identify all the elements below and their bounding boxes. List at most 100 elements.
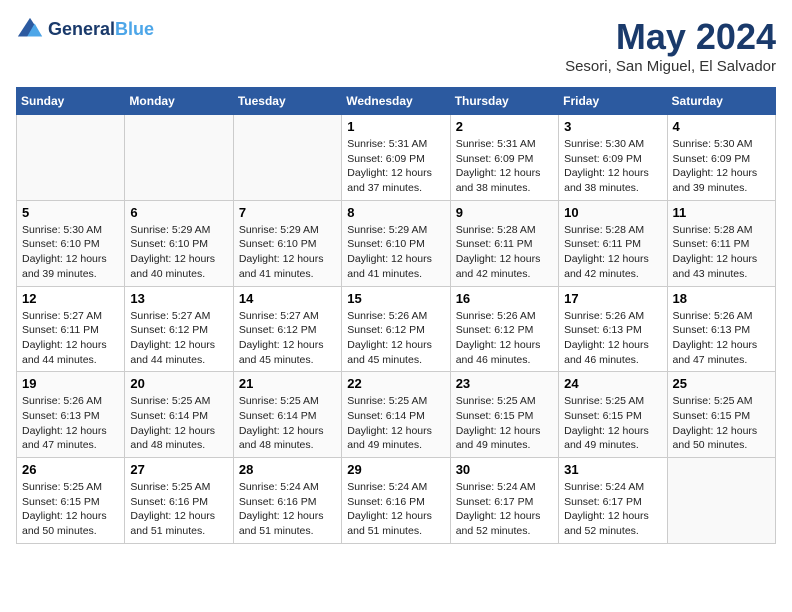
day-cell: 23 Sunrise: 5:25 AM Sunset: 6:15 PM Dayli…: [450, 372, 558, 458]
day-number: 31: [564, 462, 661, 477]
logo-text: GeneralBlue: [48, 20, 154, 40]
day-cell: 16 Sunrise: 5:26 AM Sunset: 6:12 PM Dayli…: [450, 286, 558, 372]
day-cell: 10Sunrise: 5:28 AM Sunset: 6:11 PM Dayli…: [559, 200, 667, 286]
day-info: Sunrise: 5:28 AM Sunset: 6:11 PM Dayligh…: [673, 223, 770, 282]
day-info: Sunrise: 5:26 AM Sunset: 6:13 PM Dayligh…: [564, 309, 661, 368]
day-number: 3: [564, 119, 661, 134]
day-number: 19: [22, 376, 119, 391]
day-number: 24: [564, 376, 661, 391]
day-cell: 22Sunrise: 5:25 AM Sunset: 6:14 PM Dayli…: [342, 372, 450, 458]
day-number: 1: [347, 119, 444, 134]
day-number: 17: [564, 291, 661, 306]
week-row-2: 5 Sunrise: 5:30 AM Sunset: 6:10 PM Daylig…: [17, 200, 776, 286]
day-cell: 17 Sunrise: 5:26 AM Sunset: 6:13 PM Dayli…: [559, 286, 667, 372]
day-info: Sunrise: 5:25 AM Sunset: 6:15 PM Dayligh…: [673, 394, 770, 453]
day-info: Sunrise: 5:24 AM Sunset: 6:16 PM Dayligh…: [239, 480, 336, 539]
day-info: Sunrise: 5:29 AM Sunset: 6:10 PM Dayligh…: [239, 223, 336, 282]
day-cell: 19 Sunrise: 5:26 AM Sunset: 6:13 PM Dayli…: [17, 372, 125, 458]
day-info: Sunrise: 5:31 AM Sunset: 6:09 PM Dayligh…: [456, 137, 553, 196]
calendar-subtitle: Sesori, San Miguel, El Salvador: [565, 58, 776, 75]
day-info: Sunrise: 5:27 AM Sunset: 6:12 PM Dayligh…: [239, 309, 336, 368]
day-number: 20: [130, 376, 227, 391]
day-info: Sunrise: 5:24 AM Sunset: 6:16 PM Dayligh…: [347, 480, 444, 539]
day-info: Sunrise: 5:25 AM Sunset: 6:15 PM Dayligh…: [456, 394, 553, 453]
day-cell: 30 Sunrise: 5:24 AM Sunset: 6:17 PM Dayli…: [450, 458, 558, 544]
day-cell: 3 Sunrise: 5:30 AM Sunset: 6:09 PM Daylig…: [559, 115, 667, 201]
day-number: 18: [673, 291, 770, 306]
day-number: 27: [130, 462, 227, 477]
weekday-header-saturday: Saturday: [667, 88, 775, 115]
day-cell: 21Sunrise: 5:25 AM Sunset: 6:14 PM Dayli…: [233, 372, 341, 458]
day-cell: 14 Sunrise: 5:27 AM Sunset: 6:12 PM Dayli…: [233, 286, 341, 372]
day-cell: 18 Sunrise: 5:26 AM Sunset: 6:13 PM Dayli…: [667, 286, 775, 372]
calendar-body: 1 Sunrise: 5:31 AM Sunset: 6:09 PM Daylig…: [17, 115, 776, 544]
week-row-4: 19 Sunrise: 5:26 AM Sunset: 6:13 PM Dayli…: [17, 372, 776, 458]
day-cell: 8Sunrise: 5:29 AM Sunset: 6:10 PM Daylig…: [342, 200, 450, 286]
day-number: 12: [22, 291, 119, 306]
day-info: Sunrise: 5:25 AM Sunset: 6:14 PM Dayligh…: [130, 394, 227, 453]
day-cell: 26Sunrise: 5:25 AM Sunset: 6:15 PM Dayli…: [17, 458, 125, 544]
day-cell: 7 Sunrise: 5:29 AM Sunset: 6:10 PM Daylig…: [233, 200, 341, 286]
day-info: Sunrise: 5:25 AM Sunset: 6:15 PM Dayligh…: [564, 394, 661, 453]
day-cell: 27 Sunrise: 5:25 AM Sunset: 6:16 PM Dayli…: [125, 458, 233, 544]
day-cell: 12 Sunrise: 5:27 AM Sunset: 6:11 PM Dayli…: [17, 286, 125, 372]
day-info: Sunrise: 5:26 AM Sunset: 6:12 PM Dayligh…: [456, 309, 553, 368]
day-info: Sunrise: 5:25 AM Sunset: 6:14 PM Dayligh…: [239, 394, 336, 453]
day-number: 16: [456, 291, 553, 306]
day-cell: 9Sunrise: 5:28 AM Sunset: 6:11 PM Daylig…: [450, 200, 558, 286]
calendar-header: SundayMondayTuesdayWednesdayThursdayFrid…: [17, 88, 776, 115]
day-cell: 1 Sunrise: 5:31 AM Sunset: 6:09 PM Daylig…: [342, 115, 450, 201]
day-cell: 2 Sunrise: 5:31 AM Sunset: 6:09 PM Daylig…: [450, 115, 558, 201]
weekday-header-friday: Friday: [559, 88, 667, 115]
week-row-3: 12 Sunrise: 5:27 AM Sunset: 6:11 PM Dayli…: [17, 286, 776, 372]
day-number: 2: [456, 119, 553, 134]
day-cell: 20 Sunrise: 5:25 AM Sunset: 6:14 PM Dayli…: [125, 372, 233, 458]
day-info: Sunrise: 5:30 AM Sunset: 6:09 PM Dayligh…: [564, 137, 661, 196]
day-cell: 28Sunrise: 5:24 AM Sunset: 6:16 PM Dayli…: [233, 458, 341, 544]
day-cell: 25 Sunrise: 5:25 AM Sunset: 6:15 PM Dayli…: [667, 372, 775, 458]
day-number: 25: [673, 376, 770, 391]
day-number: 26: [22, 462, 119, 477]
day-info: Sunrise: 5:29 AM Sunset: 6:10 PM Dayligh…: [347, 223, 444, 282]
day-info: Sunrise: 5:24 AM Sunset: 6:17 PM Dayligh…: [456, 480, 553, 539]
day-info: Sunrise: 5:26 AM Sunset: 6:13 PM Dayligh…: [22, 394, 119, 453]
day-cell: 24 Sunrise: 5:25 AM Sunset: 6:15 PM Dayli…: [559, 372, 667, 458]
day-cell: 13 Sunrise: 5:27 AM Sunset: 6:12 PM Dayli…: [125, 286, 233, 372]
day-info: Sunrise: 5:26 AM Sunset: 6:13 PM Dayligh…: [673, 309, 770, 368]
day-number: 13: [130, 291, 227, 306]
day-number: 14: [239, 291, 336, 306]
day-number: 15: [347, 291, 444, 306]
weekday-header-tuesday: Tuesday: [233, 88, 341, 115]
day-number: 9: [456, 205, 553, 220]
day-info: Sunrise: 5:24 AM Sunset: 6:17 PM Dayligh…: [564, 480, 661, 539]
day-cell: 15 Sunrise: 5:26 AM Sunset: 6:12 PM Dayli…: [342, 286, 450, 372]
day-cell: 31 Sunrise: 5:24 AM Sunset: 6:17 PM Dayli…: [559, 458, 667, 544]
day-cell: 11Sunrise: 5:28 AM Sunset: 6:11 PM Dayli…: [667, 200, 775, 286]
logo: GeneralBlue: [16, 16, 154, 44]
day-info: Sunrise: 5:25 AM Sunset: 6:16 PM Dayligh…: [130, 480, 227, 539]
day-info: Sunrise: 5:26 AM Sunset: 6:12 PM Dayligh…: [347, 309, 444, 368]
day-number: 23: [456, 376, 553, 391]
week-row-5: 26Sunrise: 5:25 AM Sunset: 6:15 PM Dayli…: [17, 458, 776, 544]
calendar-title: May 2024: [565, 16, 776, 58]
day-number: 30: [456, 462, 553, 477]
day-cell: 29Sunrise: 5:24 AM Sunset: 6:16 PM Dayli…: [342, 458, 450, 544]
day-number: 6: [130, 205, 227, 220]
day-number: 5: [22, 205, 119, 220]
day-info: Sunrise: 5:29 AM Sunset: 6:10 PM Dayligh…: [130, 223, 227, 282]
logo-icon: [16, 16, 44, 44]
week-row-1: 1 Sunrise: 5:31 AM Sunset: 6:09 PM Daylig…: [17, 115, 776, 201]
weekday-header-thursday: Thursday: [450, 88, 558, 115]
page-header: GeneralBlue May 2024 Sesori, San Miguel,…: [16, 16, 776, 75]
day-cell: 6 Sunrise: 5:29 AM Sunset: 6:10 PM Daylig…: [125, 200, 233, 286]
day-number: 7: [239, 205, 336, 220]
weekday-header-wednesday: Wednesday: [342, 88, 450, 115]
day-info: Sunrise: 5:27 AM Sunset: 6:11 PM Dayligh…: [22, 309, 119, 368]
day-info: Sunrise: 5:30 AM Sunset: 6:10 PM Dayligh…: [22, 223, 119, 282]
title-block: May 2024 Sesori, San Miguel, El Salvador: [565, 16, 776, 75]
day-info: Sunrise: 5:31 AM Sunset: 6:09 PM Dayligh…: [347, 137, 444, 196]
day-info: Sunrise: 5:30 AM Sunset: 6:09 PM Dayligh…: [673, 137, 770, 196]
day-info: Sunrise: 5:28 AM Sunset: 6:11 PM Dayligh…: [564, 223, 661, 282]
day-number: 22: [347, 376, 444, 391]
day-info: Sunrise: 5:27 AM Sunset: 6:12 PM Dayligh…: [130, 309, 227, 368]
